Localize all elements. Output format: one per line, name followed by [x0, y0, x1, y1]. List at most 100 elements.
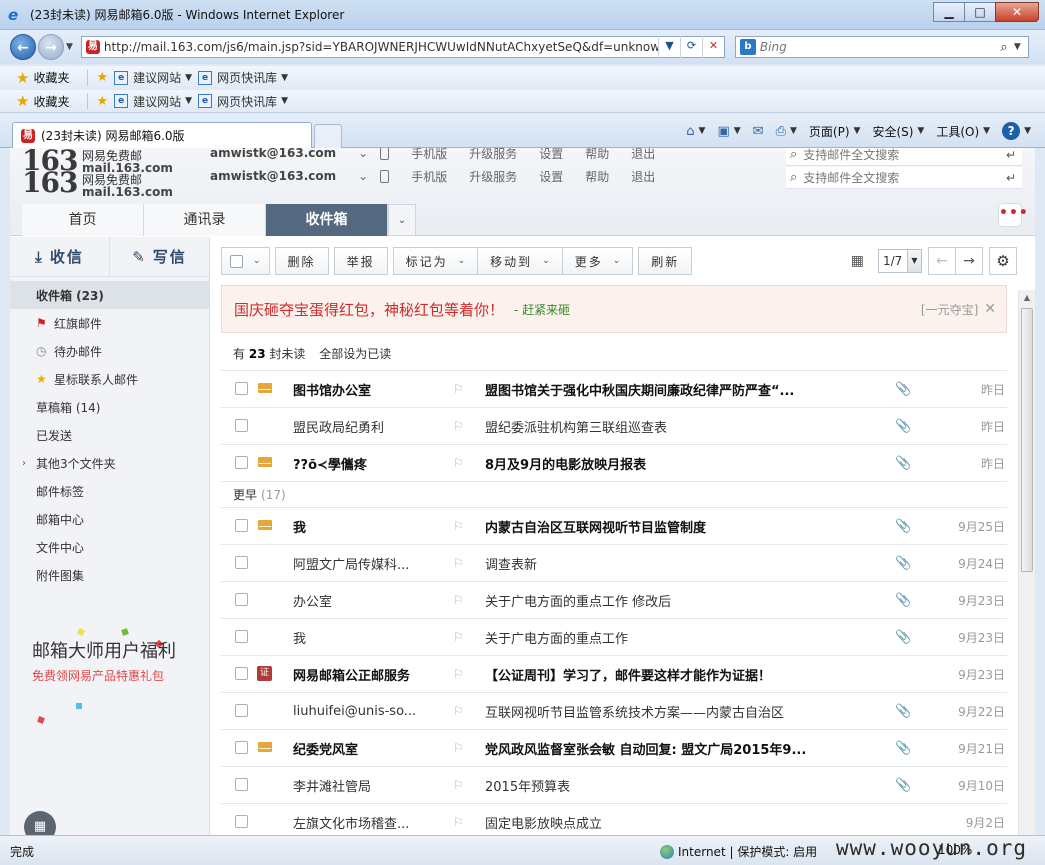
compose-button[interactable]: ✎ 写信 — [110, 237, 209, 276]
next-page-button[interactable]: → — [955, 247, 983, 275]
flag-icon[interactable]: ⚐ — [453, 815, 464, 829]
delete-button[interactable]: 删除 — [274, 247, 329, 275]
flag-icon[interactable]: ⚐ — [453, 741, 464, 755]
browser-tab[interactable]: 易 (23封未读) 网易邮箱6.0版 — [12, 122, 312, 148]
scroll-thumb[interactable] — [1021, 308, 1033, 572]
logout-link[interactable]: 退出 — [631, 168, 655, 185]
row-checkbox[interactable] — [235, 741, 248, 754]
forward-button[interactable]: → — [38, 34, 64, 60]
row-checkbox[interactable] — [235, 815, 248, 828]
group-header-earlier[interactable]: 更早 (17) — [221, 481, 1007, 507]
mail-row[interactable]: 盟民政局纪勇利 ⚐ 盟纪委派驻机构第三联组巡查表 📎 昨日 — [221, 407, 1007, 444]
flag-icon[interactable]: ⚐ — [453, 382, 464, 396]
select-all-checkbox[interactable] — [230, 254, 243, 268]
chevron-down-icon[interactable]: ▼ — [281, 96, 288, 106]
page-menu[interactable]: 页面(P) ▼ — [809, 123, 861, 140]
sidebar-item-mail-center[interactable]: 邮箱中心 — [10, 505, 209, 533]
flag-icon[interactable]: ⚐ — [453, 456, 464, 470]
refresh-button[interactable]: 刷新 — [638, 247, 693, 275]
tools-menu[interactable]: 工具(O) ▼ — [936, 123, 990, 140]
gear-icon[interactable]: ⚙ — [989, 247, 1017, 275]
settings-link[interactable]: 设置 — [539, 148, 563, 162]
banner-text[interactable]: 国庆砸夺宝蛋得红包，神秘红包等着你！ — [234, 299, 504, 320]
mark-as-button[interactable]: 标记为 ⌄ — [392, 247, 479, 275]
app-grid-icon[interactable]: ▦ — [24, 811, 56, 835]
report-button[interactable]: 举报 — [333, 247, 388, 275]
chevron-down-icon[interactable]: ⌄ — [358, 169, 368, 183]
row-checkbox[interactable] — [235, 419, 248, 432]
close-window-button[interactable]: ✕ — [995, 2, 1039, 22]
sidebar-item-sent[interactable]: 已发送 — [10, 421, 209, 449]
sidebar-item-other-folders[interactable]: › 其他3个文件夹 — [10, 449, 209, 477]
stop-icon[interactable]: ✕ — [701, 36, 724, 58]
back-button[interactable]: ← — [10, 34, 36, 60]
sidebar-item-drafts[interactable]: 草稿箱 (14) — [10, 393, 209, 421]
favorites-star-icon[interactable]: ★ — [16, 92, 29, 110]
banner-link[interactable]: - 赶紧来砸 — [514, 301, 570, 318]
suggested-sites-link[interactable]: 建议网站 — [133, 69, 181, 86]
tab-contacts[interactable]: 通讯录 — [144, 204, 266, 236]
row-checkbox[interactable] — [235, 630, 248, 643]
home-button[interactable]: ⌂ ▼ — [686, 124, 705, 139]
suggested-sites-link[interactable]: 建议网站 — [133, 93, 181, 110]
mobile-link[interactable]: 手机版 — [411, 148, 447, 162]
upgrade-link[interactable]: 升级服务 — [469, 148, 517, 162]
chevron-down-icon[interactable]: ⌄ — [358, 148, 368, 160]
sidebar-item-inbox[interactable]: 收件箱 (23) — [10, 281, 209, 309]
sidebar-item-file-center[interactable]: 文件中心 — [10, 533, 209, 561]
mail-row[interactable]: 办公室 ⚐ 关于广电方面的重点工作 修改后 📎 9月23日 — [221, 581, 1007, 618]
new-tab-button[interactable] — [314, 124, 342, 148]
mail-row[interactable]: ??ō≺學儶疼 ⚐ 8月及9月的电影放映月报表 📎 昨日 — [221, 444, 1007, 481]
flag-icon[interactable]: ⚐ — [453, 778, 464, 792]
mail-row[interactable]: 左旗文化市场稽查... ⚐ 固定电影放映点成立 9月2日 — [221, 803, 1007, 835]
mail-row[interactable]: 李井滩社管局 ⚐ 2015年预算表 📎 9月10日 — [221, 766, 1007, 803]
flag-icon[interactable]: ⚐ — [453, 630, 464, 644]
url-dropdown-icon[interactable]: ▼ — [657, 36, 680, 58]
page-select[interactable]: 1/7 ▼ — [878, 249, 922, 273]
history-dropdown-icon[interactable]: ▼ — [66, 42, 73, 52]
flag-icon[interactable]: ⚐ — [453, 519, 464, 533]
mail-search-box[interactable]: ⌕ 支持邮件全文搜索 ↵ — [786, 148, 1022, 166]
logout-link[interactable]: 退出 — [631, 148, 655, 162]
tab-inbox[interactable]: 收件箱 — [266, 204, 388, 236]
sidebar-item-attachments[interactable]: 附件图集 — [10, 561, 209, 589]
maximize-button[interactable]: □ — [964, 2, 996, 22]
feeds-button[interactable]: ▣ ▼ — [717, 124, 740, 139]
more-apps-dots-icon[interactable]: ••• — [998, 203, 1028, 227]
account-name[interactable]: amwistk@163.com — [210, 148, 336, 160]
tab-home[interactable]: 首页 — [22, 204, 144, 236]
help-link[interactable]: 帮助 — [585, 148, 609, 162]
favorites-button[interactable]: 收藏夹 — [33, 93, 69, 110]
row-checkbox[interactable] — [235, 519, 248, 532]
search-options-dropdown-icon[interactable]: ▼ — [1014, 42, 1028, 52]
mail-row[interactable]: 纪委党风室 ⚐ 党风政风监督室张会敏 自动回复: 盟文广局2015年9... 📎 9月2… — [221, 729, 1007, 766]
sidebar-item-todo[interactable]: ◷ 待办邮件 — [10, 337, 209, 365]
mail-logo[interactable]: 163 163 网易免费邮 mail.163.com 网易免费邮 mail.16… — [22, 148, 173, 198]
scroll-up-icon[interactable]: ▲ — [1019, 290, 1035, 306]
mail-row[interactable]: 图书馆办公室 ⚐ 盟图书馆关于强化中秋国庆期间廉政纪律严防严查“... 📎 昨日 — [221, 370, 1007, 407]
row-checkbox[interactable] — [235, 556, 248, 569]
favorites-button[interactable]: 收藏夹 — [33, 69, 69, 86]
security-zone[interactable]: Internet | 保护模式: 启用 — [660, 843, 817, 860]
mark-all-read-link[interactable]: 全部设为已读 — [319, 347, 391, 361]
flag-icon[interactable]: ⚐ — [453, 704, 464, 718]
search-icon[interactable]: ⌕ — [994, 40, 1014, 55]
vertical-scrollbar[interactable]: ▲ — [1018, 290, 1035, 835]
web-slice-gallery-link[interactable]: 网页快讯库 — [217, 93, 277, 110]
flag-icon[interactable]: ⚐ — [453, 556, 464, 570]
row-checkbox[interactable] — [235, 382, 248, 395]
row-checkbox[interactable] — [235, 704, 248, 717]
flag-icon[interactable]: ⚐ — [453, 593, 464, 607]
select-all-button[interactable]: ⌄ — [221, 247, 270, 275]
mobile-link[interactable]: 手机版 — [411, 168, 447, 185]
sidebar-item-flagged[interactable]: ⚑ 红旗邮件 — [10, 309, 209, 337]
mail-row[interactable]: liuhuifei@unis-so... ⚐ 互联网视听节目监管系统技术方案——内蒙… — [221, 692, 1007, 729]
mail-row[interactable]: 我 ⚐ 关于广电方面的重点工作 📎 9月23日 — [221, 618, 1007, 655]
banner-right-link[interactable]: [一元夺宝] — [921, 301, 978, 318]
prev-page-button[interactable]: ← — [928, 247, 956, 275]
flag-icon[interactable]: ⚐ — [453, 667, 464, 681]
mail-row[interactable]: 我 ⚐ 内蒙古自治区互联网视听节目监管制度 📎 9月25日 — [221, 507, 1007, 544]
flag-icon[interactable]: ⚐ — [453, 419, 464, 433]
web-search-input[interactable] — [759, 40, 994, 54]
upgrade-link[interactable]: 升级服务 — [469, 168, 517, 185]
